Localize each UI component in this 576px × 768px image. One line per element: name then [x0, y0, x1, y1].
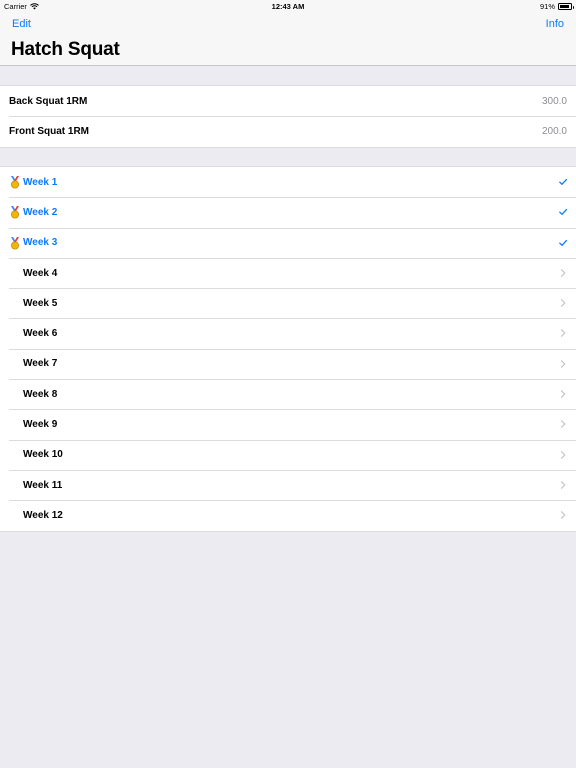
week-label: Week 4 [23, 267, 58, 279]
chevron-right-icon [558, 389, 568, 399]
week-row[interactable]: Week 7 [0, 348, 576, 379]
checkmark-icon [558, 177, 568, 187]
front-squat-value: 200.0 [541, 125, 567, 137]
front-squat-row[interactable]: Front Squat 1RM 200.0 [0, 116, 576, 146]
week-row[interactable]: Week 2 [0, 197, 576, 227]
back-squat-row[interactable]: Back Squat 1RM 300.0 [0, 86, 576, 116]
battery-fill [560, 5, 570, 8]
week-row[interactable]: Week 6 [0, 318, 576, 348]
week-row[interactable]: Week 12 [0, 500, 576, 530]
battery-icon [558, 3, 574, 10]
one-rm-section: Back Squat 1RM 300.0 Front Squat 1RM 200… [0, 85, 576, 148]
chevron-right-icon [558, 450, 568, 460]
week-label: Week 6 [23, 328, 58, 340]
week-row[interactable]: Week 4 [0, 257, 576, 288]
chevron-right-icon [558, 298, 568, 308]
back-squat-value: 300.0 [541, 95, 567, 107]
checkmark-icon [558, 238, 568, 248]
week-label: Week 10 [23, 449, 63, 461]
week-label: Week 1 [23, 176, 58, 188]
battery-indicator: 91% [539, 2, 574, 11]
week-row[interactable]: Week 10 [0, 439, 576, 470]
medal-icon [10, 206, 20, 219]
edit-button[interactable]: Edit [12, 18, 31, 30]
week-label: Week 12 [23, 509, 63, 521]
page-title: Hatch Squat [11, 39, 120, 60]
week-row[interactable]: Week 11 [0, 469, 576, 500]
week-label: Week 5 [23, 297, 58, 309]
chevron-right-icon [558, 268, 568, 278]
back-squat-label: Back Squat 1RM [9, 95, 88, 107]
week-label: Week 7 [23, 358, 58, 370]
week-label: Week 9 [23, 419, 58, 431]
week-label: Week 2 [23, 206, 58, 218]
week-label: Week 3 [23, 237, 58, 249]
navigation-bar: Edit Info Hatch Squat [0, 13, 576, 66]
week-row[interactable]: Week 9 [0, 409, 576, 439]
medal-icon [10, 236, 20, 250]
chevron-right-icon [558, 480, 568, 490]
battery-percent: 91% [539, 2, 555, 11]
chevron-right-icon [558, 328, 568, 338]
medal-icon [10, 176, 20, 189]
week-label: Week 11 [23, 479, 63, 491]
week-label: Week 8 [23, 388, 58, 400]
checkmark-icon [558, 207, 568, 217]
front-squat-label: Front Squat 1RM [9, 125, 89, 137]
chevron-right-icon [558, 419, 568, 429]
week-row[interactable]: Week 3 [0, 227, 576, 258]
chevron-right-icon [558, 359, 568, 369]
info-button[interactable]: Info [546, 18, 564, 30]
week-row[interactable]: Week 8 [0, 379, 576, 409]
week-row[interactable]: Week 1 [0, 167, 576, 197]
chevron-right-icon [558, 510, 568, 520]
status-bar: Carrier 12:43 AM 91% [0, 0, 576, 13]
weeks-list: Week 1 Week 2 Week 3 Week 4 Week 5 Week 6 Week… [0, 166, 576, 532]
week-row[interactable]: Week 5 [0, 288, 576, 318]
clock: 12:43 AM [271, 2, 305, 11]
